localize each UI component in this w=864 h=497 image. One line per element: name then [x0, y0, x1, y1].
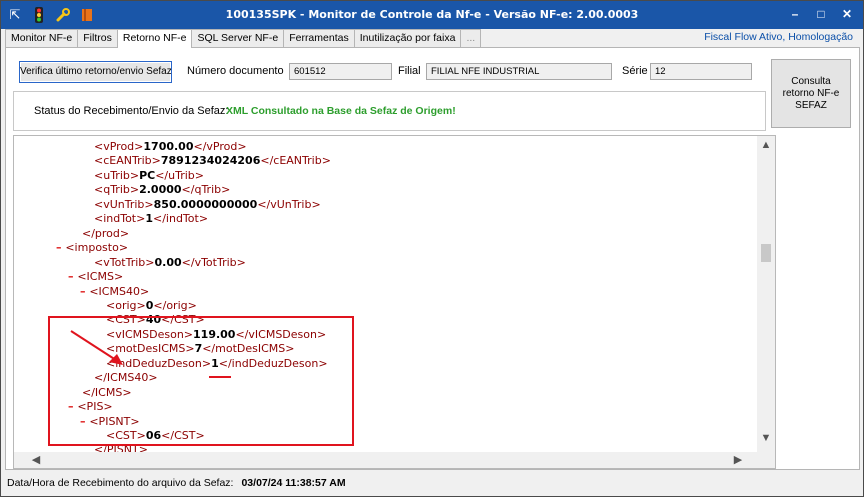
- xml-open-tag: <ICMS>: [77, 270, 124, 284]
- scroll-down-icon[interactable]: ▼: [758, 432, 774, 444]
- numero-documento-field[interactable]: 601512: [289, 63, 392, 80]
- status-value: XML Consultado na Base da Sefaz de Orige…: [226, 105, 456, 117]
- tab-filtros[interactable]: Filtros: [77, 29, 118, 47]
- xml-line: <vUnTrib>850.0000000000</vUnTrib>: [94, 198, 321, 212]
- xml-open-tag: <orig>: [106, 298, 146, 312]
- xml-value: 7891234024206: [160, 154, 261, 168]
- scroll-up-icon[interactable]: ▲: [758, 139, 774, 151]
- scroll-corner: [757, 452, 775, 468]
- xml-line: </prod>: [82, 227, 129, 241]
- xml-close-tag: </qTrib>: [181, 183, 231, 197]
- xml-open-tag: <uTrib>: [94, 168, 140, 182]
- collapse-toggle[interactable]: –: [56, 241, 65, 254]
- collapse-toggle[interactable]: –: [68, 270, 77, 283]
- serie-label: Série: [622, 65, 648, 77]
- maximize-button[interactable]: □: [809, 4, 833, 24]
- xml-close-tag: </prod>: [82, 226, 130, 240]
- xml-open-tag: <qTrib>: [94, 183, 140, 197]
- filial-field[interactable]: FILIAL NFE INDUSTRIAL: [426, 63, 612, 80]
- xml-value: 1700.00: [143, 140, 194, 153]
- xml-close-tag: </cEANTrib>: [260, 154, 331, 168]
- xml-close-tag: </uTrib>: [155, 168, 204, 182]
- xml-close-tag: </orig>: [153, 298, 197, 312]
- xml-line: – <imposto>: [56, 241, 128, 255]
- app-window: ⇱ 100135SPK - Monitor de Controle da Nf-…: [0, 0, 864, 497]
- status-label: Status do Recebimento/Envio da Sefaz:: [34, 105, 229, 117]
- numero-documento-label: Número documento: [187, 65, 284, 77]
- tab-more[interactable]: ...: [460, 29, 482, 47]
- xml-open-tag: <vProd>: [94, 140, 144, 153]
- vertical-scrollbar[interactable]: ▲ ▼: [757, 136, 775, 454]
- xml-open-tag: <indTot>: [94, 212, 146, 226]
- xml-close-tag: </vProd>: [193, 140, 247, 153]
- consulta-retorno-button[interactable]: Consulta retorno NF-e SEFAZ: [771, 59, 851, 128]
- verifica-retorno-button[interactable]: Verifica último retorno/envio Sefaz: [19, 61, 172, 83]
- xml-line: <cEANTrib>7891234024206</cEANTrib>: [94, 154, 331, 168]
- title-bar: ⇱ 100135SPK - Monitor de Controle da Nf-…: [1, 1, 863, 29]
- window-title: 100135SPK - Monitor de Controle da Nf-e …: [225, 8, 639, 21]
- xml-line: <orig>0</orig>: [106, 299, 197, 313]
- close-button[interactable]: ✕: [835, 4, 859, 24]
- collapse-toggle[interactable]: –: [80, 285, 89, 298]
- highlight-underline: [209, 376, 231, 378]
- tab-sql-server-nfe[interactable]: SQL Server NF-e: [191, 29, 285, 47]
- tab-content: Verifica último retorno/envio Sefaz Núme…: [5, 47, 860, 470]
- filial-label: Filial: [398, 65, 421, 77]
- minimize-button[interactable]: –: [783, 4, 807, 24]
- tab-retorno-nfe[interactable]: Retorno NF-e: [116, 29, 193, 48]
- xml-close-tag: </indTot>: [153, 212, 209, 226]
- xml-open-tag: <imposto>: [65, 241, 129, 255]
- xml-value: 0.00: [154, 255, 182, 269]
- fiscal-flow-status: Fiscal Flow Ativo, Homologação: [704, 31, 853, 43]
- xml-open-tag: <vUnTrib>: [94, 197, 154, 211]
- scroll-right-icon[interactable]: ▶: [730, 453, 746, 466]
- scroll-left-icon[interactable]: ◀: [28, 453, 44, 466]
- xml-line: <indTot>1</indTot>: [94, 212, 208, 226]
- footer-timestamp: 03/07/24 11:38:57 AM: [241, 477, 346, 489]
- xml-value: 2.0000: [139, 183, 182, 197]
- status-box: Status do Recebimento/Envio da Sefaz: XM…: [13, 91, 766, 131]
- xml-line: <vTotTrib>0.00</vTotTrib>: [94, 256, 246, 270]
- xml-close-tag: </vTotTrib>: [181, 255, 246, 269]
- xml-open-tag: <ICMS40>: [89, 284, 150, 298]
- xml-close-tag: </vUnTrib>: [257, 197, 321, 211]
- xml-value: 1: [145, 212, 153, 226]
- vertical-scroll-thumb[interactable]: [761, 244, 771, 262]
- xml-open-tag: <vTotTrib>: [94, 255, 155, 269]
- horizontal-scrollbar[interactable]: ◀ ▶: [14, 452, 759, 468]
- footer-label: Data/Hora de Recebimento do arquivo da S…: [7, 477, 234, 489]
- tab-strip: Monitor NF-e Filtros Retorno NF-e SQL Se…: [5, 29, 482, 48]
- tab-ferramentas[interactable]: Ferramentas: [283, 29, 355, 47]
- serie-field[interactable]: 12: [650, 63, 752, 80]
- xml-line: <qTrib>2.0000</qTrib>: [94, 183, 230, 197]
- xml-line: <uTrib>PC</uTrib>: [94, 169, 204, 183]
- xml-line: – <ICMS>: [68, 270, 123, 284]
- xml-line: <vProd>1700.00</vProd>: [94, 140, 247, 154]
- xml-value: PC: [139, 168, 156, 182]
- annotation-arrow-icon: [70, 330, 123, 365]
- xml-line: – <ICMS40>: [80, 285, 149, 299]
- xml-open-tag: <cEANTrib>: [94, 154, 161, 168]
- tab-inutilizacao[interactable]: Inutilização por faixa: [353, 29, 462, 47]
- footer: Data/Hora de Recebimento do arquivo da S…: [7, 477, 346, 489]
- tab-monitor-nfe[interactable]: Monitor NF-e: [5, 29, 79, 47]
- xml-value: 850.0000000000: [153, 197, 258, 211]
- xml-viewer[interactable]: <vProd>1700.00</vProd> <cEANTrib>78912340…: [13, 135, 776, 469]
